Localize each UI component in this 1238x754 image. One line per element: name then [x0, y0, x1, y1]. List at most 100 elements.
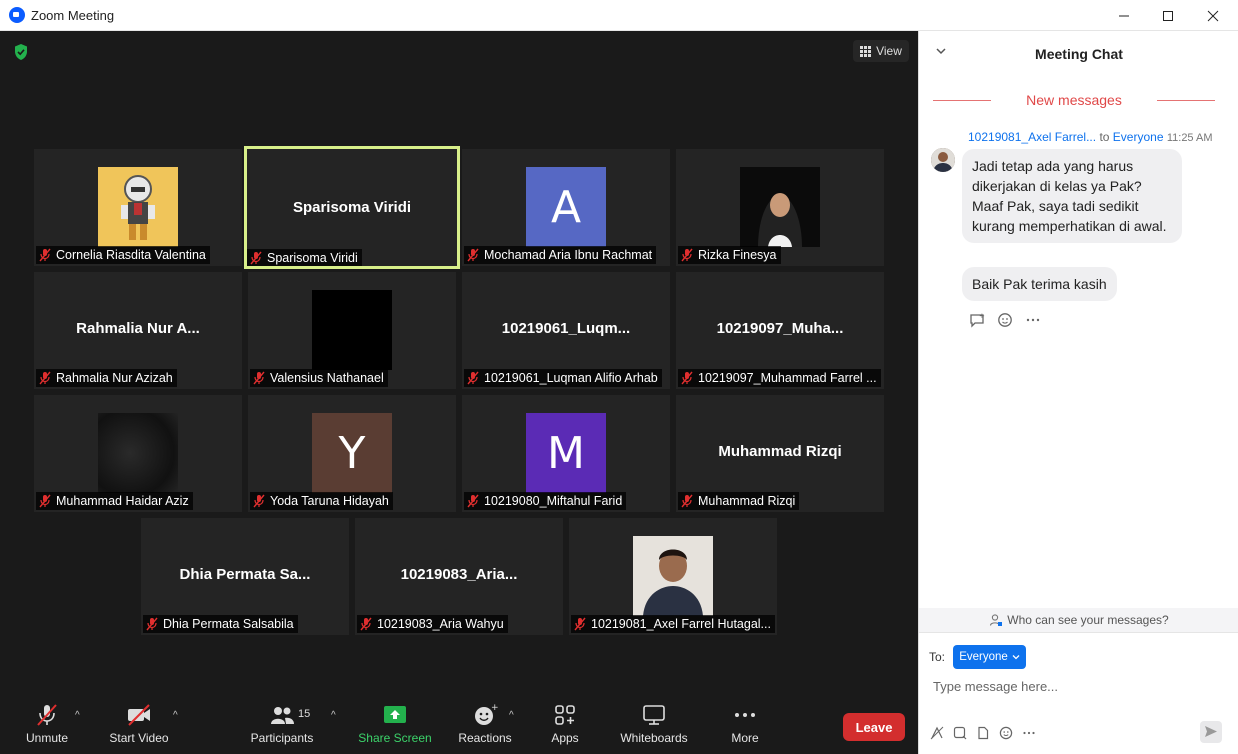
view-button[interactable]: View: [853, 40, 909, 62]
new-messages-divider: New messages: [933, 92, 1215, 108]
minimize-button[interactable]: [1101, 0, 1147, 31]
minimize-icon: [1119, 15, 1129, 16]
participant-display-name: 10219097_Muha...: [716, 320, 844, 337]
divider-line-right: [1157, 100, 1215, 101]
format-text-icon[interactable]: [929, 725, 945, 741]
recipient-dropdown[interactable]: Everyone: [953, 645, 1026, 669]
participant-display-name: 10219061_Luqm...: [501, 320, 631, 337]
video-tile[interactable]: 10219081_Axel Farrel Hutagal...: [569, 518, 777, 635]
whiteboards-button[interactable]: Whiteboards: [617, 702, 691, 750]
video-tile[interactable]: Y Yoda Taruna Hidayah: [248, 395, 456, 512]
apps-icon: [555, 705, 575, 725]
video-tile[interactable]: 10219083_Aria... 10219083_Aria Wahyu: [355, 518, 563, 635]
participant-name-label: 10219081_Axel Farrel Hutagal...: [571, 615, 775, 633]
chat-message-bubble[interactable]: Jadi tetap ada yang harus dikerjakan di …: [962, 149, 1182, 243]
avatar-cartoon: [98, 167, 178, 247]
grid-view-icon: [860, 45, 872, 57]
mic-muted-icon: [467, 494, 479, 508]
share-screen-icon: [384, 706, 406, 723]
mic-muted-icon: [39, 248, 51, 262]
zoom-logo-icon: [9, 7, 25, 23]
more-button[interactable]: More: [725, 702, 765, 750]
participant-display-name: Muhammad Rizqi: [718, 443, 842, 460]
participant-name-label: Sparisoma Viridi: [247, 249, 362, 266]
avatar-initial: M: [526, 413, 606, 493]
view-label: View: [876, 44, 902, 58]
start-video-button[interactable]: Start Video: [108, 702, 170, 750]
svg-text:+: +: [979, 312, 985, 320]
window-title: Zoom Meeting: [31, 8, 115, 23]
participant-display-name: Dhia Permata Sa...: [179, 566, 311, 583]
video-tile[interactable]: Rahmalia Nur A... Rahmalia Nur Azizah: [34, 272, 242, 389]
screenshot-icon[interactable]: [952, 725, 968, 741]
chat-message-bubble[interactable]: Baik Pak terima kasih: [962, 267, 1117, 301]
more-options-icon[interactable]: [1024, 311, 1042, 329]
video-options-chevron-icon[interactable]: ^: [173, 710, 178, 721]
video-tile[interactable]: A Mochamad Aria Ibnu Rachmat: [462, 149, 670, 266]
close-button[interactable]: [1190, 0, 1236, 31]
maximize-icon: [1163, 10, 1173, 21]
message-actions: +: [968, 311, 1042, 329]
mic-muted-icon: [39, 494, 51, 508]
message-input[interactable]: [933, 675, 1223, 697]
video-tile[interactable]: Cornelia Riasdita Valentina: [34, 149, 242, 266]
participants-options-chevron-icon[interactable]: ^: [331, 710, 336, 721]
chat-header: Meeting Chat: [919, 31, 1238, 75]
who-can-see-link[interactable]: Who can see your messages?: [919, 608, 1238, 632]
mic-muted-icon: [574, 617, 586, 631]
mic-muted-icon: [467, 248, 479, 262]
share-screen-button[interactable]: Share Screen: [358, 702, 432, 750]
video-tile[interactable]: M 10219080_Miftahul Farid: [462, 395, 670, 512]
participant-name-label: Cornelia Riasdita Valentina: [36, 246, 210, 264]
video-tile[interactable]: 10219061_Luqm... 10219061_Luqman Alifio …: [462, 272, 670, 389]
video-tile[interactable]: Muhammad Haidar Aziz: [34, 395, 242, 512]
reactions-options-chevron-icon[interactable]: ^: [509, 710, 514, 721]
participant-display-name: Sparisoma Viridi: [292, 199, 412, 216]
leave-button[interactable]: Leave: [843, 713, 905, 741]
video-tile[interactable]: Dhia Permata Sa... Dhia Permata Salsabil…: [141, 518, 349, 635]
message-recipient-link[interactable]: Everyone: [1113, 130, 1164, 144]
to-label: To:: [929, 650, 946, 664]
compose-toolbar: [929, 725, 1037, 741]
mic-muted-icon: [250, 251, 262, 265]
chat-title: Meeting Chat: [1035, 46, 1123, 62]
mic-muted-icon: [681, 494, 693, 508]
sender-avatar[interactable]: [931, 148, 955, 172]
reactions-button[interactable]: + Reactions: [456, 702, 514, 750]
video-tile-active-speaker[interactable]: Sparisoma Viridi Sparisoma Viridi: [244, 146, 460, 269]
participant-name-label: Yoda Taruna Hidayah: [250, 492, 393, 510]
chevron-down-icon: [1012, 655, 1020, 660]
more-compose-options-icon[interactable]: [1021, 725, 1037, 741]
participant-name-label: Mochamad Aria Ibnu Rachmat: [464, 246, 657, 264]
video-tile[interactable]: Valensius Nathanael: [248, 272, 456, 389]
audio-options-chevron-icon[interactable]: ^: [75, 710, 80, 721]
start-video-label: Start Video: [109, 731, 169, 745]
avatar-black: [312, 290, 392, 370]
participant-name-label: 10219061_Luqman Alifio Arhab: [464, 369, 662, 387]
message-meta: 10219081_Axel Farrel... to Everyone 11:2…: [968, 130, 1213, 144]
maximize-button[interactable]: [1145, 0, 1191, 31]
participants-label: Participants: [250, 731, 314, 745]
unmute-button[interactable]: Unmute: [22, 702, 72, 750]
apps-label: Apps: [551, 731, 579, 745]
mic-muted-icon: [681, 248, 693, 262]
more-dots-icon: [735, 713, 755, 717]
send-button[interactable]: [1200, 721, 1222, 743]
whiteboard-icon: [643, 705, 665, 725]
video-tile[interactable]: Rizka Finesya: [676, 149, 884, 266]
mic-muted-icon: [253, 494, 265, 508]
file-icon[interactable]: [975, 725, 991, 741]
message-sender-link[interactable]: 10219081_Axel Farrel...: [968, 130, 1096, 144]
video-tile[interactable]: Muhammad Rizqi Muhammad Rizqi: [676, 395, 884, 512]
share-screen-label: Share Screen: [358, 731, 432, 745]
mic-muted-icon: [360, 617, 372, 631]
apps-button[interactable]: Apps: [545, 702, 585, 750]
close-icon: [1207, 10, 1219, 21]
emoji-reaction-icon[interactable]: [996, 311, 1014, 329]
mic-muted-icon: [681, 371, 693, 385]
emoji-icon[interactable]: [998, 725, 1014, 741]
video-tile[interactable]: 10219097_Muha... 10219097_Muhammad Farre…: [676, 272, 884, 389]
reply-icon[interactable]: +: [968, 311, 986, 329]
encryption-shield-icon[interactable]: [13, 43, 29, 61]
avatar-photo: [633, 536, 713, 616]
